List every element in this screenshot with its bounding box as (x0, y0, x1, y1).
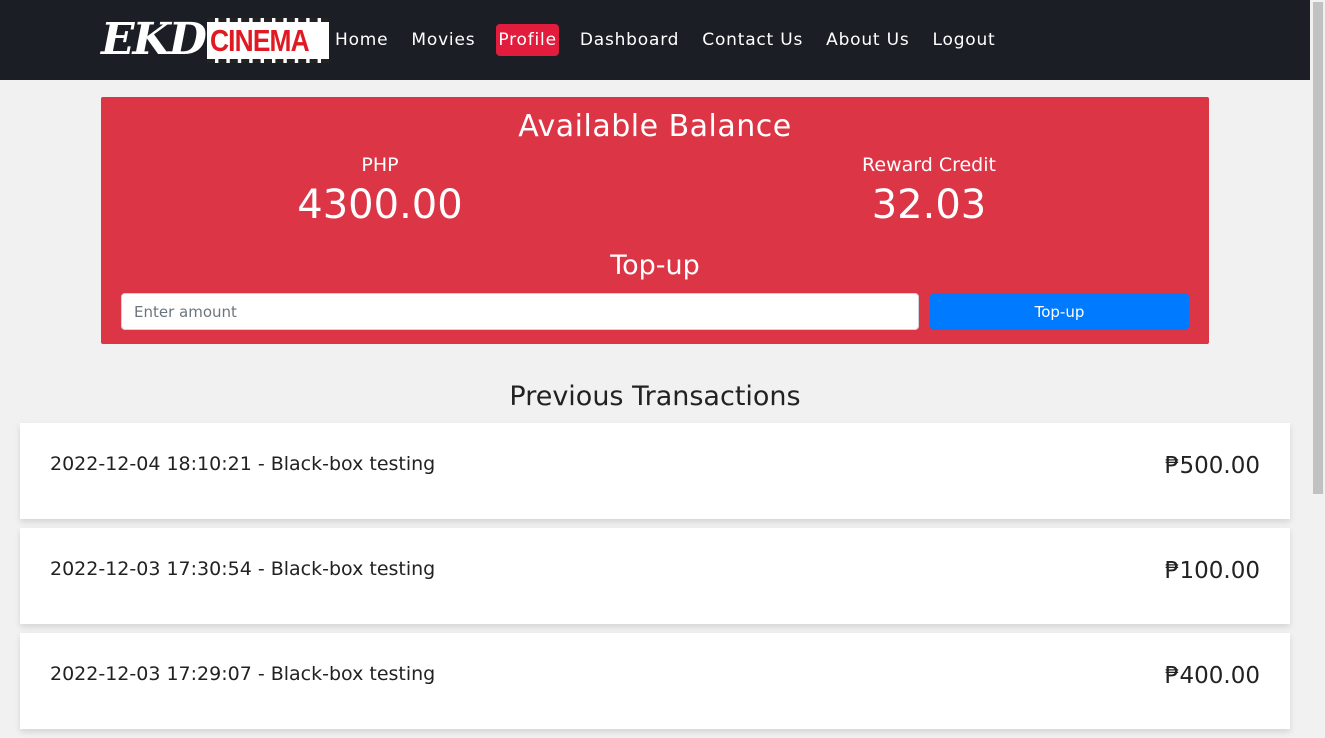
transaction-amount: ₱100.00 (1164, 558, 1260, 584)
php-value: 4300.00 (297, 182, 463, 228)
php-label: PHP (361, 154, 399, 176)
topup-title: Top-up (610, 250, 700, 281)
transaction-card: 2022-12-03 17:30:54 - Black-box testing … (20, 528, 1290, 624)
logo-ekd-text: EKD (101, 14, 207, 65)
nav-logout[interactable]: Logout (931, 24, 998, 56)
nav-profile[interactable]: Profile (496, 24, 559, 56)
transactions-list: 2022-12-04 18:10:21 - Black-box testing … (20, 423, 1290, 738)
main-nav: Home Movies Profile Dashboard Contact Us… (333, 24, 1017, 56)
topup-amount-input[interactable] (121, 293, 919, 330)
transaction-card: 2022-12-04 18:10:21 - Black-box testing … (20, 423, 1290, 519)
transactions-heading: Previous Transactions (509, 381, 801, 412)
ekd-cinema-logo[interactable]: EKD CINEMA (101, 10, 330, 70)
balance-panel: Available Balance PHP 4300.00 Reward Cre… (101, 97, 1209, 344)
php-balance: PHP 4300.00 (230, 154, 530, 228)
reward-label: Reward Credit (862, 154, 996, 176)
balance-title: Available Balance (518, 109, 792, 144)
nav-dashboard[interactable]: Dashboard (578, 24, 681, 56)
transaction-card: 2022-12-03 17:29:07 - Black-box testing … (20, 633, 1290, 729)
scrollbar-thumb[interactable] (1313, 2, 1323, 494)
reward-credit: Reward Credit 32.03 (779, 154, 1079, 228)
nav-home[interactable]: Home (333, 24, 390, 56)
topup-button[interactable]: Top-up (930, 293, 1189, 330)
transaction-description: 2022-12-03 17:29:07 - Black-box testing (50, 663, 436, 685)
transaction-description: 2022-12-03 17:30:54 - Black-box testing (50, 558, 436, 580)
transaction-amount: ₱500.00 (1164, 453, 1260, 479)
transaction-amount: ₱400.00 (1164, 663, 1260, 689)
reward-value: 32.03 (871, 182, 987, 228)
nav-movies[interactable]: Movies (409, 24, 477, 56)
nav-contact-us[interactable]: Contact Us (700, 24, 805, 56)
logo-cinema-badge: CINEMA (206, 17, 330, 63)
logo-cinema-text: CINEMA (209, 22, 310, 58)
transaction-description: 2022-12-04 18:10:21 - Black-box testing (50, 453, 436, 475)
page-scrollbar[interactable] (1310, 0, 1325, 697)
nav-about-us[interactable]: About Us (824, 24, 911, 56)
top-navbar: EKD CINEMA Home Movies Profile Dashboard… (0, 0, 1310, 80)
